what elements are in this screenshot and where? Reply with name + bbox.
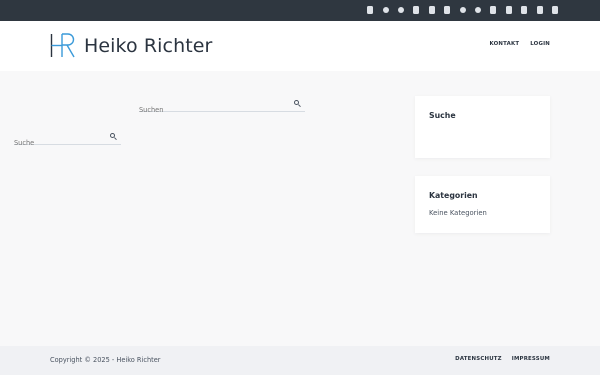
sidebar-search-input[interactable]: [14, 136, 104, 150]
steam-icon[interactable]: [521, 6, 528, 14]
paypal-icon[interactable]: [444, 6, 451, 14]
footer-link-privacy[interactable]: DATENSCHUTZ: [455, 356, 502, 362]
facebook-icon[interactable]: [413, 6, 420, 14]
xing-icon[interactable]: [536, 6, 543, 14]
nav-contact[interactable]: KONTAKT: [490, 41, 520, 47]
search-icon[interactable]: [110, 133, 117, 140]
header-nav: KONTAKT LOGIN: [490, 41, 551, 47]
twitch-icon[interactable]: [490, 6, 497, 14]
site-title[interactable]: Heiko Richter: [84, 35, 212, 57]
globe-icon[interactable]: [382, 7, 389, 13]
categories-empty-text: Keine Kategorien: [429, 209, 487, 217]
site-logo[interactable]: [50, 33, 76, 58]
copyright: Copyright © 2025 - Heiko Richter: [50, 356, 161, 364]
nav-login[interactable]: LOGIN: [530, 41, 550, 47]
sidebar-categories-widget: Kategorien Keine Kategorien: [415, 176, 550, 233]
categories-widget-title: Kategorien: [429, 191, 478, 200]
top-bar: [0, 0, 600, 21]
youtube-icon[interactable]: [552, 6, 558, 14]
search-icon[interactable]: [294, 100, 301, 107]
footer-nav: DATENSCHUTZ IMPRESSUM: [455, 356, 550, 362]
pinterest-icon[interactable]: [505, 6, 512, 14]
mail-icon[interactable]: [367, 6, 374, 14]
reddit-icon[interactable]: [459, 7, 466, 13]
main-search: [139, 97, 305, 117]
sidebar-search: [14, 130, 121, 150]
sidebar-search-widget: Suche: [415, 96, 550, 158]
social-links: [367, 6, 558, 14]
linkedin-icon[interactable]: [428, 6, 435, 14]
main-search-input[interactable]: [139, 103, 279, 117]
github-icon[interactable]: [398, 7, 405, 13]
skype-icon[interactable]: [475, 7, 482, 13]
footer-link-imprint[interactable]: IMPRESSUM: [512, 356, 550, 362]
search-widget-title: Suche: [429, 111, 456, 120]
